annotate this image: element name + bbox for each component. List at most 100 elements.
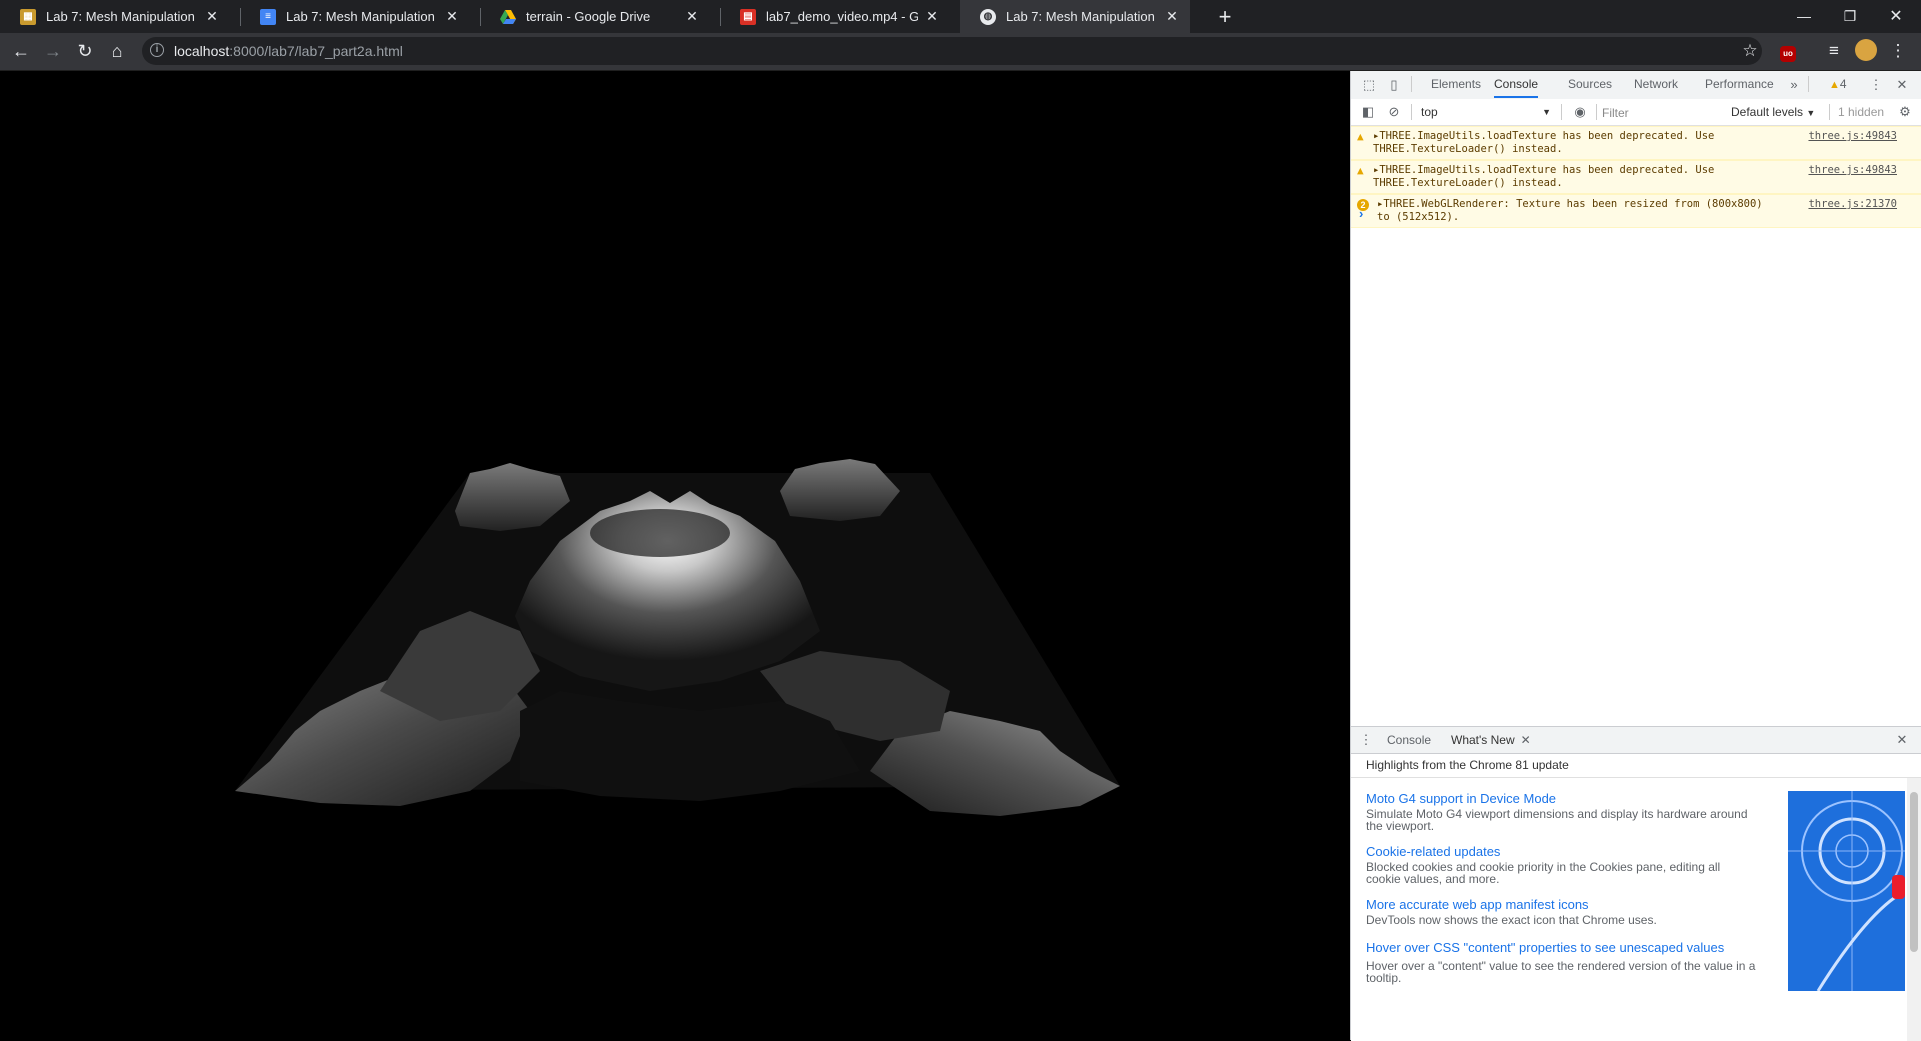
devtools-tabbar: ⬚ ▯ Elements Console Sources Network Per… <box>1351 71 1921 100</box>
warning-count: 4 <box>1839 77 1847 91</box>
devtools-drawer: ⋮ Console What's New ✕ ✕ Highlights from … <box>1351 726 1921 1041</box>
live-expression-eye-icon[interactable]: ◉ <box>1571 103 1589 121</box>
chevron-down-icon: ▼ <box>1806 108 1816 118</box>
feature-link[interactable]: Cookie-related updates <box>1366 842 1756 861</box>
drawer-tab-whats-new[interactable]: What's New ✕ <box>1451 727 1531 753</box>
tab-network[interactable]: Network <box>1634 71 1678 98</box>
toolbar-divider <box>1561 104 1562 120</box>
log-levels-dropdown[interactable]: Default levels ▼ <box>1731 103 1815 122</box>
list-item: More accurate web app manifest icons Dev… <box>1366 895 1756 926</box>
close-icon[interactable]: ✕ <box>444 8 460 25</box>
toolbar-divider <box>1596 104 1597 120</box>
home-button[interactable]: ⌂ <box>104 38 130 64</box>
list-item: Moto G4 support in Device Mode Simulate … <box>1366 789 1756 832</box>
close-icon[interactable]: ✕ <box>1521 733 1531 747</box>
feature-description: Simulate Moto G4 viewport dimensions and… <box>1366 807 1748 833</box>
console-warning[interactable]: 2 ▸THREE.WebGLRenderer: Texture has been… <box>1351 194 1921 228</box>
console-warning[interactable]: ▲ ▸THREE.ImageUtils.loadTexture has been… <box>1351 160 1921 194</box>
google-drive-icon <box>500 9 516 25</box>
forward-button[interactable]: → <box>40 38 66 64</box>
url-host: localhost <box>174 43 230 59</box>
close-icon[interactable]: ✕ <box>1164 8 1180 25</box>
warning-icon: ▲ <box>1829 79 1840 91</box>
console-filter-input[interactable]: Filter <box>1601 103 1713 123</box>
context-select[interactable]: top ▼ <box>1421 103 1551 121</box>
devtools-menu-icon[interactable]: ⋮ <box>1867 76 1885 94</box>
browser-tab-1[interactable]: ▦ Lab 7: Mesh Manipulation ✕ <box>0 0 230 33</box>
message-source-link[interactable]: three.js:21370 <box>1808 198 1897 211</box>
inspect-element-icon[interactable]: ⬚ <box>1360 76 1378 94</box>
toolbar-divider <box>1808 76 1809 92</box>
reload-button[interactable]: ↻ <box>72 38 98 64</box>
list-item: Cookie-related updates Blocked cookies a… <box>1366 842 1756 885</box>
list-item: Hover over CSS "content" properties to s… <box>1366 936 1756 984</box>
browser-tab-4[interactable]: ▤ lab7_demo_video.mp4 - Google ✕ <box>720 0 950 33</box>
feature-description: Blocked cookies and cookie priority in t… <box>1366 860 1721 886</box>
close-devtools-icon[interactable]: ✕ <box>1893 76 1911 94</box>
console-prompt-chevron-icon[interactable]: › <box>1359 206 1363 221</box>
bookmark-star-icon[interactable]: ☆ <box>1738 39 1762 63</box>
feature-link[interactable]: More accurate web app manifest icons <box>1366 895 1756 914</box>
drawer-menu-icon[interactable]: ⋮ <box>1357 731 1375 749</box>
tab-elements[interactable]: Elements <box>1431 71 1481 98</box>
console-warning[interactable]: ▲ ▸THREE.ImageUtils.loadTexture has been… <box>1351 126 1921 160</box>
feature-link[interactable]: Hover over CSS "content" properties to s… <box>1366 936 1756 960</box>
more-tabs-icon[interactable]: » <box>1785 76 1803 94</box>
message-body: THREE.ImageUtils.loadTexture has been de… <box>1373 130 1715 155</box>
scrollbar-thumb[interactable] <box>1910 792 1918 952</box>
address-bar[interactable]: i localhost:8000/lab7/lab7_part2a.html ☆ <box>142 37 1762 65</box>
feature-description: DevTools now shows the exact icon that C… <box>1366 913 1657 927</box>
url-text[interactable]: localhost:8000/lab7/lab7_part2a.html <box>174 43 403 59</box>
message-body: THREE.ImageUtils.loadTexture has been de… <box>1373 164 1715 189</box>
devtools-panel: ⬚ ▯ Elements Console Sources Network Per… <box>1350 71 1921 1041</box>
message-source-link[interactable]: three.js:49843 <box>1808 130 1897 143</box>
browser-tab-3[interactable]: terrain - Google Drive ✕ <box>480 0 710 33</box>
tab-performance[interactable]: Performance <box>1705 71 1774 98</box>
tab-title: Lab 7: Mesh Manipulation - Goo <box>286 9 438 24</box>
sidebar-toggle-icon[interactable]: ◧ <box>1359 103 1377 121</box>
message-text: ▸THREE.WebGLRenderer: Texture has been r… <box>1377 198 1787 224</box>
tab-console[interactable]: Console <box>1494 71 1539 98</box>
webgl-canvas[interactable] <box>0 71 1350 1040</box>
tab-title: lab7_demo_video.mp4 - Google <box>766 9 918 24</box>
message-body: THREE.WebGLRenderer: Texture has been re… <box>1377 198 1763 223</box>
feature-description: Hover over a "content" value to see the … <box>1366 959 1756 985</box>
tab-title: Lab 7: Mesh Manipulation <box>1006 9 1155 24</box>
warnings-counter[interactable]: ▲4 <box>1829 77 1847 91</box>
restore-button[interactable]: ❐ <box>1827 0 1873 33</box>
warning-icon: ▲ <box>1357 164 1364 177</box>
terrain-mesh <box>235 459 1120 816</box>
chrome-81-illustration <box>1788 791 1905 991</box>
back-button[interactable]: ← <box>8 38 34 64</box>
clear-console-icon[interactable]: ⊘ <box>1385 103 1403 121</box>
tab-sources[interactable]: Sources <box>1568 71 1612 98</box>
console-settings-gear-icon[interactable]: ⚙ <box>1896 103 1914 121</box>
close-icon[interactable]: ✕ <box>924 8 940 25</box>
minimize-button[interactable]: — <box>1781 0 1827 33</box>
toolbar-divider <box>1411 104 1412 120</box>
close-drawer-icon[interactable]: ✕ <box>1893 731 1911 749</box>
close-icon[interactable]: ✕ <box>684 8 700 25</box>
new-tab-button[interactable]: + <box>1212 4 1238 30</box>
feature-link[interactable]: Moto G4 support in Device Mode <box>1366 789 1756 808</box>
whats-new-list: Moto G4 support in Device Mode Simulate … <box>1366 789 1756 994</box>
chrome-menu-icon[interactable]: ⋮ <box>1886 39 1910 63</box>
tab-title: Lab 7: Mesh Manipulation <box>46 9 195 24</box>
console-messages: ▲ ▸THREE.ImageUtils.loadTexture has been… <box>1351 126 1921 228</box>
chevron-down-icon: ▼ <box>1542 107 1551 117</box>
drawer-tab-console[interactable]: Console <box>1387 727 1431 753</box>
media-controls-icon[interactable]: ≡ <box>1822 39 1846 63</box>
globe-icon: ◍ <box>980 8 996 25</box>
console-filter-bar: ◧ ⊘ top ▼ ◉ Filter Default levels ▼ 1 hid… <box>1351 99 1921 126</box>
ublock-extension-icon[interactable]: uo <box>1776 39 1800 63</box>
message-text: ▸THREE.ImageUtils.loadTexture has been d… <box>1373 130 1783 156</box>
message-source-link[interactable]: three.js:49843 <box>1808 164 1897 177</box>
close-icon[interactable]: ✕ <box>204 8 220 25</box>
device-toolbar-icon[interactable]: ▯ <box>1385 76 1403 94</box>
browser-tab-2[interactable]: ≡ Lab 7: Mesh Manipulation - Goo ✕ <box>240 0 470 33</box>
tab-title: terrain - Google Drive <box>526 9 651 24</box>
info-icon[interactable]: i <box>150 43 164 57</box>
window-close-button[interactable]: ✕ <box>1873 0 1919 33</box>
profile-avatar[interactable] <box>1854 39 1878 63</box>
browser-tab-active[interactable]: ◍ Lab 7: Mesh Manipulation ✕ <box>960 0 1190 33</box>
